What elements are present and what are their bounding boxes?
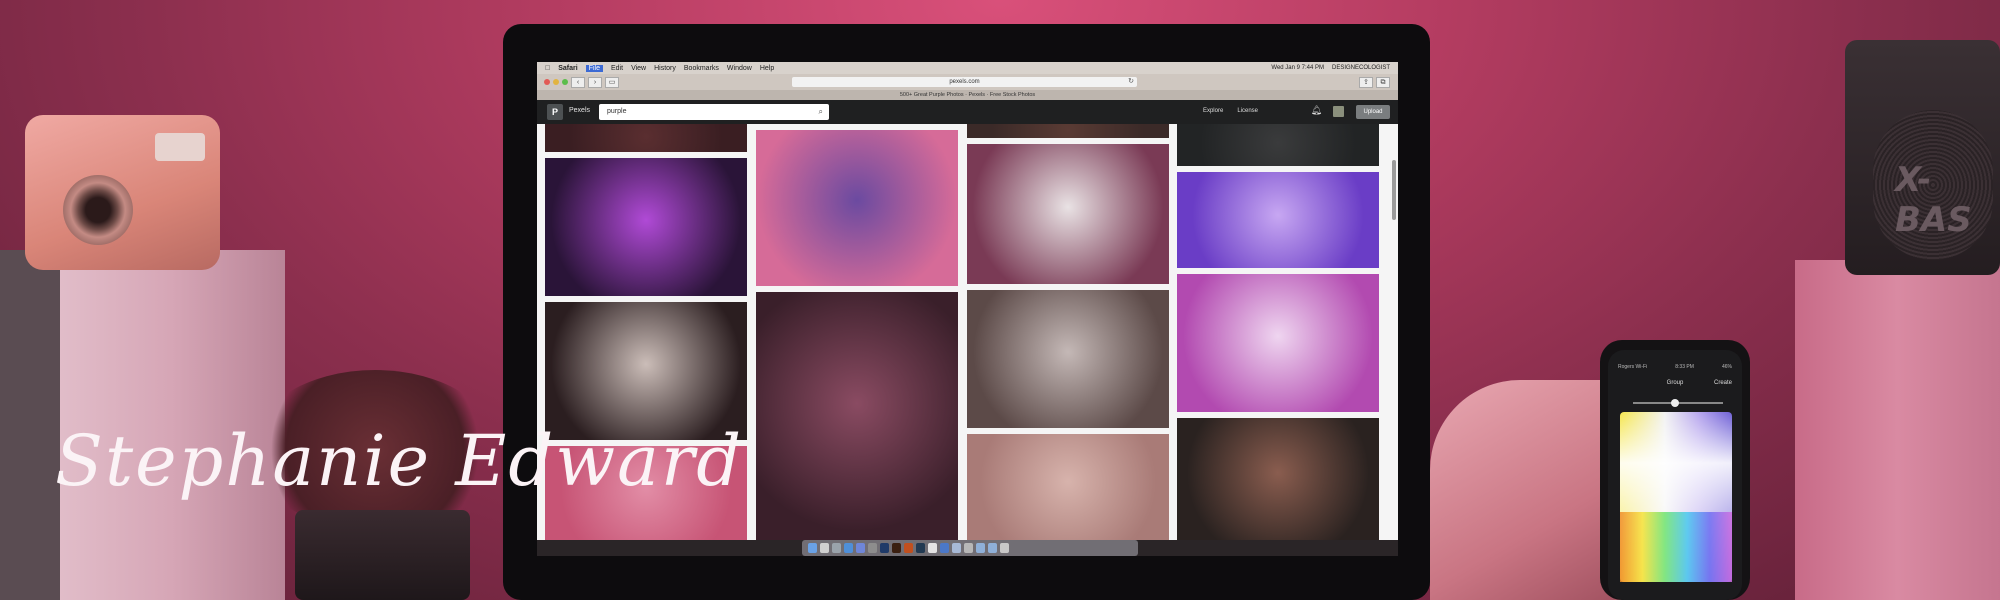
photoshop-icon[interactable] (880, 543, 889, 553)
dark-strip-photo-2[interactable] (967, 124, 1169, 138)
messages-icon[interactable] (940, 543, 949, 553)
speaker-brand: X-BAS (1895, 160, 1972, 240)
menu-edit[interactable]: Edit (611, 65, 623, 72)
safari-icon[interactable] (856, 543, 865, 553)
dark-strip-photo-3[interactable] (1177, 124, 1379, 166)
forward-arrow-icon[interactable]: › (588, 77, 602, 88)
address-text: pexels.com (949, 79, 980, 85)
dark-strip-photo[interactable] (545, 124, 747, 152)
avatar[interactable] (1333, 106, 1344, 117)
pexels-logo-icon[interactable]: P (547, 104, 563, 120)
minimize-button[interactable] (553, 79, 559, 85)
fiber-optic-lamp-photo[interactable] (545, 158, 747, 296)
mac-dock (802, 540, 1138, 556)
menu-history[interactable]: History (654, 65, 676, 72)
app-store-icon[interactable] (844, 543, 853, 553)
window-controls (544, 79, 568, 85)
reload-icon[interactable]: ↻ (1128, 77, 1134, 87)
close-button[interactable] (544, 79, 550, 85)
phone-carrier: Rogers Wi-Fi (1618, 364, 1648, 370)
lightroom-icon[interactable] (916, 543, 925, 553)
nav-license[interactable]: License (1237, 108, 1258, 114)
brightness-slider[interactable] (1633, 399, 1723, 407)
finder-icon[interactable] (808, 543, 817, 553)
camera-lens (63, 175, 133, 245)
birds-sunset-photo[interactable] (1177, 274, 1379, 412)
nav-explore[interactable]: Explore (1203, 108, 1223, 114)
camera-flash (155, 133, 205, 161)
menu-safari[interactable]: Safari (558, 65, 577, 72)
bell-icon[interactable]: 🔔︎ (1311, 105, 1322, 116)
nav-buttons: ‹ › ▭ (571, 77, 619, 88)
tab-title[interactable]: 500+ Great Purple Photos · Pexels · Free… (537, 90, 1398, 100)
search-query: purple (607, 108, 627, 115)
sidebar-icon[interactable]: ▭ (605, 77, 619, 88)
trash-icon[interactable] (1000, 543, 1009, 553)
balloons-photo[interactable] (967, 144, 1169, 284)
zoom-button[interactable] (562, 79, 568, 85)
phone-status-bar: Rogers Wi-Fi 8:33 PM 46% (1618, 364, 1732, 370)
illustrator-icon[interactable] (892, 543, 901, 553)
launchpad-icon[interactable] (820, 543, 829, 553)
menu-help[interactable]: Help (760, 65, 774, 72)
dried-flower-photo[interactable] (1177, 418, 1379, 540)
chrome-icon[interactable] (928, 543, 937, 553)
glass-jar (295, 510, 470, 600)
share-icon[interactable]: ⇪ (1359, 77, 1373, 88)
system-prefs-icon[interactable] (832, 543, 841, 553)
notes-icon[interactable] (964, 543, 973, 553)
color-picker[interactable] (1620, 412, 1732, 582)
slider-knob[interactable] (1671, 399, 1679, 407)
mac-menubar:  Safari File Edit View History Bookmark… (537, 62, 1398, 74)
dandelion-field-photo[interactable] (967, 290, 1169, 428)
wooden-house-photo[interactable] (967, 434, 1169, 540)
background-scene: X-BAS Rogers Wi-Fi 8:33 PM 46% Group Cre… (0, 0, 2000, 600)
phone-time: 8:33 PM (1675, 364, 1694, 370)
page-scrollbar[interactable] (1392, 160, 1396, 220)
clock[interactable]: Wed Jan 9 7:44 PM (1271, 65, 1324, 71)
right-shelf (1795, 260, 2000, 600)
menu-file[interactable]: File (585, 64, 603, 72)
browser-toolbar: ‹ › ▭ pexels.com ↻ ⇪ ⧉ (537, 74, 1398, 90)
phone-create-button[interactable]: Create (1714, 380, 1732, 386)
phone-screen: Rogers Wi-Fi 8:33 PM 46% Group Create (1608, 350, 1742, 600)
hue-gradient[interactable] (1620, 512, 1732, 582)
site-nav: Explore License (1203, 108, 1258, 114)
smartphone: Rogers Wi-Fi 8:33 PM 46% Group Create (1600, 340, 1750, 600)
menu-view[interactable]: View (631, 65, 646, 72)
browser-tools: ⇪ ⧉ (1359, 77, 1390, 88)
pink-hydrangea-photo[interactable] (756, 130, 958, 286)
menu-bookmarks[interactable]: Bookmarks (684, 65, 719, 72)
phone-battery: 46% (1721, 364, 1732, 370)
mail-icon[interactable] (868, 543, 877, 553)
menubar-status: Wed Jan 9 7:44 PM DESIGNECOLOGIST (1271, 65, 1390, 71)
site-header: P Pexels purple ⌕ Explore License 🔔︎ Upl… (537, 100, 1398, 124)
menu-window[interactable]: Window (727, 65, 752, 72)
folder-icon[interactable] (976, 543, 985, 553)
speaker: X-BAS (1845, 40, 2000, 275)
site-brand[interactable]: Pexels (569, 107, 590, 114)
signature-watermark: Stephanie Edward (55, 420, 744, 502)
tabs-icon[interactable]: ⧉ (1376, 77, 1390, 88)
downloads-folder-icon[interactable] (988, 543, 997, 553)
cloud-icon[interactable] (952, 543, 961, 553)
indesign-icon[interactable] (904, 543, 913, 553)
apple-menu-icon[interactable]:  (545, 65, 550, 72)
purple-flowers-photo[interactable] (756, 292, 958, 540)
instant-camera (25, 115, 220, 270)
search-input[interactable]: purple ⌕ (599, 104, 829, 120)
user-name[interactable]: DESIGNECOLOGIST (1332, 65, 1390, 71)
upload-button[interactable]: Upload (1356, 105, 1390, 119)
address-bar[interactable]: pexels.com ↻ (792, 77, 1137, 87)
search-icon[interactable]: ⌕ (819, 107, 823, 117)
back-arrow-icon[interactable]: ‹ (571, 77, 585, 88)
water-drop-photo[interactable] (1177, 172, 1379, 268)
shelf-edge (0, 250, 60, 600)
